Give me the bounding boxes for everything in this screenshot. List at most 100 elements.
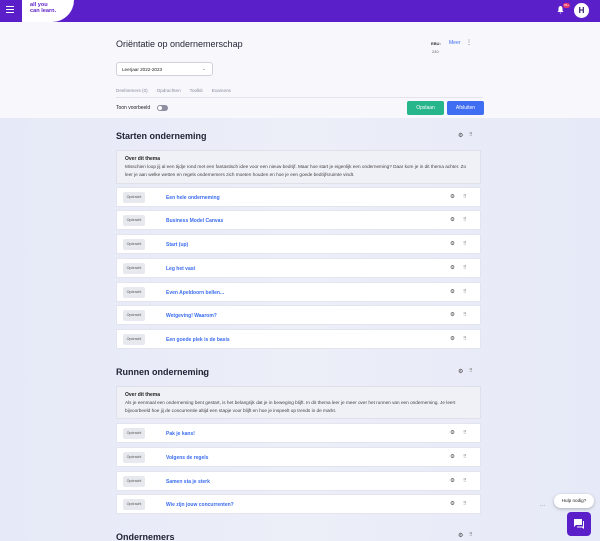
gear-icon[interactable]: ⚙ xyxy=(450,454,455,460)
assignment-link[interactable]: Pak je kans! xyxy=(166,431,195,437)
drag-handle-icon[interactable]: ⠿ xyxy=(463,336,467,342)
about-text: Als je eenmaal een onderneming bent gest… xyxy=(125,400,456,413)
close-button[interactable]: Afsluiten xyxy=(447,101,484,115)
assignment-badge: Opdracht xyxy=(123,310,145,321)
drag-handle-icon[interactable]: ⠿ xyxy=(463,217,467,223)
about-title: Over dit thema xyxy=(125,392,161,398)
about-theme-box: Over dit thema Misschien loop jij al een… xyxy=(116,150,481,184)
assignment-link[interactable]: Volgens de regels xyxy=(166,455,208,461)
hamburger-menu-icon[interactable] xyxy=(6,6,14,14)
list-item[interactable]: Opdracht Volgens de regels ⚙ ⠿ xyxy=(116,447,481,467)
assignment-badge: Opdracht xyxy=(123,428,145,439)
drag-handle-icon[interactable]: ⠿ xyxy=(463,454,467,460)
about-text: Misschien loop jij al een tijdje rond me… xyxy=(125,164,467,177)
list-item[interactable]: Opdracht Wie zijn jouw concurrenten? ⚙ ⠿ xyxy=(116,494,481,514)
assignment-badge: Opdracht xyxy=(123,263,145,274)
about-theme-box: Over dit thema Als je eenmaal een ondern… xyxy=(116,386,481,419)
list-item[interactable]: Opdracht Samen sta je sterk ⚙ ⠿ xyxy=(116,471,481,491)
gear-icon[interactable]: ⚙ xyxy=(450,289,455,295)
meer-link[interactable]: Meer xyxy=(449,40,460,46)
assignment-link[interactable]: Business Model Canvas xyxy=(166,218,223,224)
tab-opdrachten[interactable]: Opdrachten xyxy=(157,88,181,93)
assignment-badge: Opdracht xyxy=(123,476,145,487)
assignment-link[interactable]: Een hele onderneming xyxy=(166,195,220,201)
assignment-badge: Opdracht xyxy=(123,452,145,463)
list-item[interactable]: Opdracht Pak je kans! ⚙ ⠿ xyxy=(116,423,481,443)
list-item[interactable]: Opdracht Business Model Canvas ⚙ ⠿ xyxy=(116,210,481,230)
section-title-runnen: Runnen onderneming xyxy=(116,367,209,377)
more-options-icon[interactable]: ··· xyxy=(540,503,545,509)
gear-icon[interactable]: ⚙ xyxy=(450,241,455,247)
kebab-menu-icon[interactable]: ⋮ xyxy=(466,39,472,46)
notification-count-badge: 99+ xyxy=(563,3,570,8)
assignment-badge: Opdracht xyxy=(123,334,145,345)
assignment-badge: Opdracht xyxy=(123,499,145,510)
logo-text: all you can learn. xyxy=(30,2,57,14)
assignment-badge: Opdracht xyxy=(123,192,145,203)
ebu-value: 240 xyxy=(432,49,439,54)
list-item[interactable]: Opdracht Een goede plek is de basis ⚙ ⠿ xyxy=(116,329,481,349)
drag-handle-icon[interactable]: ⠿ xyxy=(463,430,467,436)
drag-handle-icon[interactable]: ⠿ xyxy=(463,194,467,200)
gear-icon[interactable]: ⚙ xyxy=(450,265,455,271)
ebu-label: EBU: xyxy=(431,41,441,46)
year-select[interactable]: Leerjaar 2022-2023 ⌄ xyxy=(116,62,213,76)
about-title: Over dit thema xyxy=(125,156,161,162)
gear-icon[interactable]: ⚙ xyxy=(450,194,455,200)
tab-deelnemers[interactable]: Deelnemers (0) xyxy=(116,88,148,93)
drag-handle-icon[interactable]: ⠿ xyxy=(463,241,467,247)
top-bar: all you can learn. 99+ H xyxy=(0,0,600,22)
logo[interactable]: all you can learn. xyxy=(22,0,74,22)
drag-handle-icon[interactable]: ⠿ xyxy=(463,312,467,318)
assignment-badge: Opdracht xyxy=(123,287,145,298)
section-title-starten: Starten onderneming xyxy=(116,131,207,141)
list-item[interactable]: Opdracht Start (up) ⚙ ⠿ xyxy=(116,234,481,254)
list-item[interactable]: Opdracht Een hele onderneming ⚙ ⠿ xyxy=(116,187,481,207)
list-item[interactable]: Opdracht Wetgeving! Waarom? ⚙ ⠿ xyxy=(116,305,481,325)
chat-icon xyxy=(574,519,584,529)
assignment-link[interactable]: Een goede plek is de basis xyxy=(166,337,230,343)
assignment-link[interactable]: Wetgeving! Waarom? xyxy=(166,313,217,319)
chevron-down-icon: ⌄ xyxy=(201,66,206,72)
gear-icon[interactable]: ⚙ xyxy=(458,368,463,375)
assignment-link[interactable]: Start (up) xyxy=(166,242,188,248)
drag-handle-icon[interactable]: ⠿ xyxy=(463,289,467,295)
help-bubble[interactable]: Hulp nodig? xyxy=(554,494,594,508)
toggle-knob xyxy=(158,106,162,110)
assignment-link[interactable]: Leg het vast xyxy=(166,266,195,272)
assignment-badge: Opdracht xyxy=(123,215,145,226)
drag-handle-icon[interactable]: ⠿ xyxy=(469,532,473,538)
tabs-divider xyxy=(116,97,483,98)
avatar[interactable]: H xyxy=(574,3,589,18)
year-select-value: Leerjaar 2022-2023 xyxy=(122,67,163,72)
preview-toggle-label: Toon voorbeeld xyxy=(116,105,151,111)
assignment-link[interactable]: Even Apeldoorn bellen... xyxy=(166,290,224,296)
gear-icon[interactable]: ⚙ xyxy=(450,501,455,507)
drag-handle-icon[interactable]: ⠿ xyxy=(463,478,467,484)
drag-handle-icon[interactable]: ⠿ xyxy=(469,132,473,138)
assignment-badge: Opdracht xyxy=(123,239,145,250)
gear-icon[interactable]: ⚙ xyxy=(458,132,463,139)
gear-icon[interactable]: ⚙ xyxy=(458,532,463,539)
list-item[interactable]: Opdracht Even Apeldoorn bellen... ⚙ ⠿ xyxy=(116,282,481,302)
gear-icon[interactable]: ⚙ xyxy=(450,336,455,342)
mouse-cursor-icon: ↖ xyxy=(201,372,207,378)
drag-handle-icon[interactable]: ⠿ xyxy=(469,368,473,374)
tab-toolkit[interactable]: Toolkit xyxy=(190,88,203,93)
drag-handle-icon[interactable]: ⠿ xyxy=(463,501,467,507)
preview-toggle[interactable] xyxy=(157,105,168,111)
gear-icon[interactable]: ⚙ xyxy=(450,478,455,484)
page-title: Oriëntatie op ondernemerschap xyxy=(116,39,243,49)
drag-handle-icon[interactable]: ⠿ xyxy=(463,265,467,271)
gear-icon[interactable]: ⚙ xyxy=(450,217,455,223)
gear-icon[interactable]: ⚙ xyxy=(450,312,455,318)
course-header xyxy=(0,22,600,118)
tab-examens[interactable]: Examens xyxy=(212,88,231,93)
assignment-link[interactable]: Samen sta je sterk xyxy=(166,479,210,485)
section-title-ondernemers: Ondernemers xyxy=(116,532,175,541)
list-item[interactable]: Opdracht Leg het vast ⚙ ⠿ xyxy=(116,258,481,278)
assignment-link[interactable]: Wie zijn jouw concurrenten? xyxy=(166,502,234,508)
gear-icon[interactable]: ⚙ xyxy=(450,430,455,436)
save-button[interactable]: Opslaan xyxy=(407,101,444,115)
chat-button[interactable] xyxy=(567,512,591,536)
